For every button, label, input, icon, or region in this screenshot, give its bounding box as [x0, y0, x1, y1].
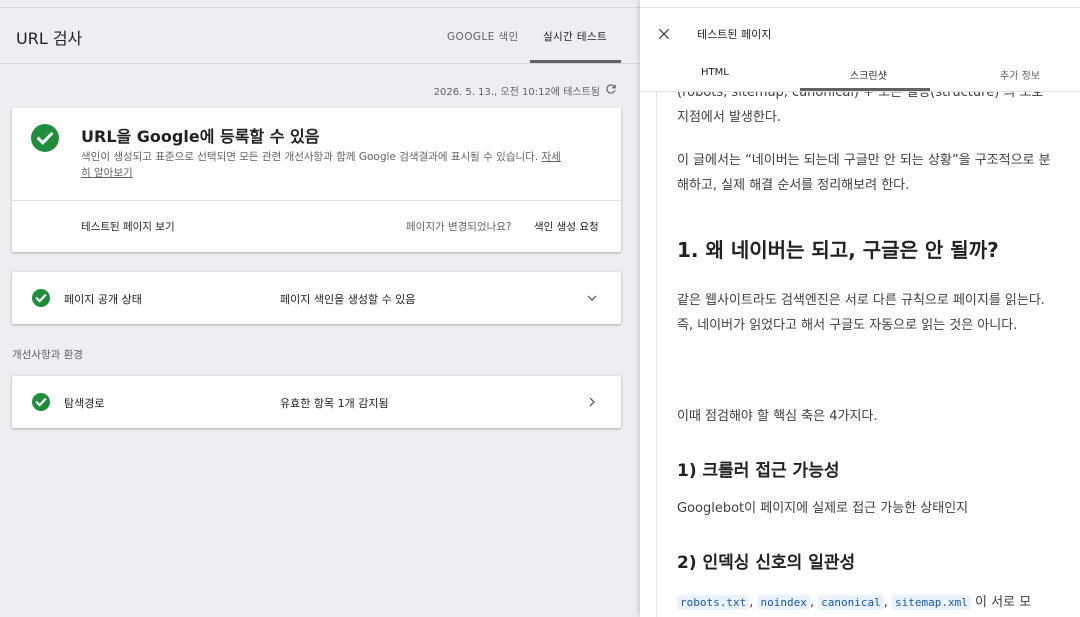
- chevron-right-icon[interactable]: [584, 394, 600, 410]
- screenshot-paragraph-2: 같은 웹사이트라도 검색엔진은 서로 다른 규칙으로 페이지를 읽는다. 즉, …: [677, 288, 1061, 338]
- code-tail-text: 이 서로 모: [975, 595, 1032, 610]
- screenshot-paragraph-2a: 같은 웹사이트라도 검색엔진은 서로 다른 규칙으로 페이지를 읽는다.: [677, 293, 1045, 308]
- screenshot-code-line: robots.txt, noindex, canonical, sitemap.…: [677, 590, 1061, 615]
- header-divider: [0, 63, 640, 64]
- tab-screenshot[interactable]: 스크린샷: [850, 67, 887, 82]
- tab-html[interactable]: HTML: [701, 67, 729, 78]
- panel-title: 테스트된 페이지: [697, 28, 772, 41]
- page-title: URL 검사: [16, 29, 83, 48]
- code-canonical: canonical: [818, 595, 884, 610]
- url-status-card: URL을 Google에 등록할 수 있음 색인이 생성되고 표준으로 선택되면…: [12, 108, 621, 252]
- enhancements-section-label: 개선사항과 환경: [12, 349, 83, 361]
- screenshot-page: (robots, sitemap, canonical) + 오픈 설정(str…: [656, 92, 1080, 617]
- close-icon[interactable]: [656, 26, 672, 42]
- tested-page-panel: 테스트된 페이지 HTML 스크린샷 추가 정보 (robots, sitema…: [640, 0, 1080, 617]
- inspection-header: URL 검사 GOOGLE 색인 실시간 테스트: [0, 8, 640, 63]
- availability-value: 페이지 색인을 생성할 수 있음: [280, 293, 416, 306]
- screenshot-cut-line-2: 지점에서 발생한다.: [677, 110, 781, 125]
- test-timestamp: 2026. 5. 13., 오전 10:12에 테스트됨: [433, 87, 600, 98]
- status-description-text: 색인이 생성되고 표준으로 선택되면 모든 관련 개선사항과 함께 Google…: [81, 151, 539, 163]
- breadcrumb-label: 탐색경로: [64, 397, 105, 410]
- app-root: URL 검사 GOOGLE 색인 실시간 테스트 2026. 5. 13., 오…: [0, 0, 1080, 617]
- view-tested-page-button[interactable]: 테스트된 페이지 보기: [81, 219, 175, 234]
- chevron-down-icon[interactable]: [584, 290, 600, 306]
- check-circle-icon: [32, 289, 50, 307]
- code-separator: ,: [883, 595, 888, 610]
- tab-live-test[interactable]: 실시간 테스트: [543, 29, 607, 44]
- screenshot-heading-1: 1. 왜 네이버는 되고, 구글은 안 될까?: [677, 238, 999, 262]
- check-circle-icon: [32, 393, 50, 411]
- status-description: 색인이 생성되고 표준으로 선택되면 모든 관련 개선사항과 함께 Google…: [81, 149, 561, 181]
- panel-top-divider: [640, 7, 1080, 8]
- screenshot-subheading-2: 2) 인덱싱 신호의 일관성: [677, 553, 856, 573]
- breadcrumb-enhancement-row[interactable]: 탐색경로 유효한 항목 1개 감지됨: [12, 376, 621, 428]
- availability-label: 페이지 공개 상태: [64, 293, 142, 306]
- page-changed-question: 페이지가 변경되었나요?: [406, 221, 512, 233]
- breadcrumb-value: 유효한 항목 1개 감지됨: [280, 397, 389, 410]
- check-circle-icon: [31, 124, 59, 152]
- code-noindex: noindex: [757, 595, 810, 610]
- screenshot-paragraph-1: 이 글에서는 “네이버는 되는데 구글만 안 되는 상황”을 구조적으로 분해하…: [677, 153, 1051, 193]
- code-separator: ,: [749, 595, 754, 610]
- refresh-icon[interactable]: [604, 82, 618, 96]
- code-separator: ,: [809, 595, 815, 610]
- code-robots: robots.txt: [677, 595, 750, 610]
- screenshot-paragraph-3: 이때 점검해야 할 핵심 축은 4가지다.: [677, 409, 878, 424]
- code-sitemap: sitemap.xml: [892, 595, 971, 610]
- status-title: URL을 Google에 등록할 수 있음: [81, 127, 320, 146]
- screenshot-paragraph-4: Googlebot이 페이지에 실제로 접근 가능한 상태인지: [677, 501, 969, 516]
- request-indexing-button[interactable]: 색인 생성 요청: [534, 219, 599, 234]
- card-divider: [12, 200, 621, 201]
- screenshot-cut-line-1: (robots, sitemap, canonical) + 오픈 설정(str…: [677, 92, 1044, 100]
- tab-google-index[interactable]: GOOGLE 색인: [447, 29, 519, 44]
- screenshot-subheading-1: 1) 크롤러 접근 가능성: [677, 461, 840, 481]
- screenshot-paragraph-2b: 즉, 네이버가 읽었다고 해서 구글도 자동으로 읽는 것은 아니다.: [677, 318, 1018, 333]
- screenshot-text-cut: (robots, sitemap, canonical) + 오픈 설정(str…: [677, 92, 1061, 130]
- screenshot-viewport[interactable]: (robots, sitemap, canonical) + 오픈 설정(str…: [656, 92, 1080, 617]
- page-availability-row[interactable]: 페이지 공개 상태 페이지 색인을 생성할 수 있음: [12, 272, 621, 324]
- tab-more-info[interactable]: 추가 정보: [1000, 67, 1040, 82]
- inspection-main: URL 검사 GOOGLE 색인 실시간 테스트 2026. 5. 13., 오…: [0, 0, 640, 617]
